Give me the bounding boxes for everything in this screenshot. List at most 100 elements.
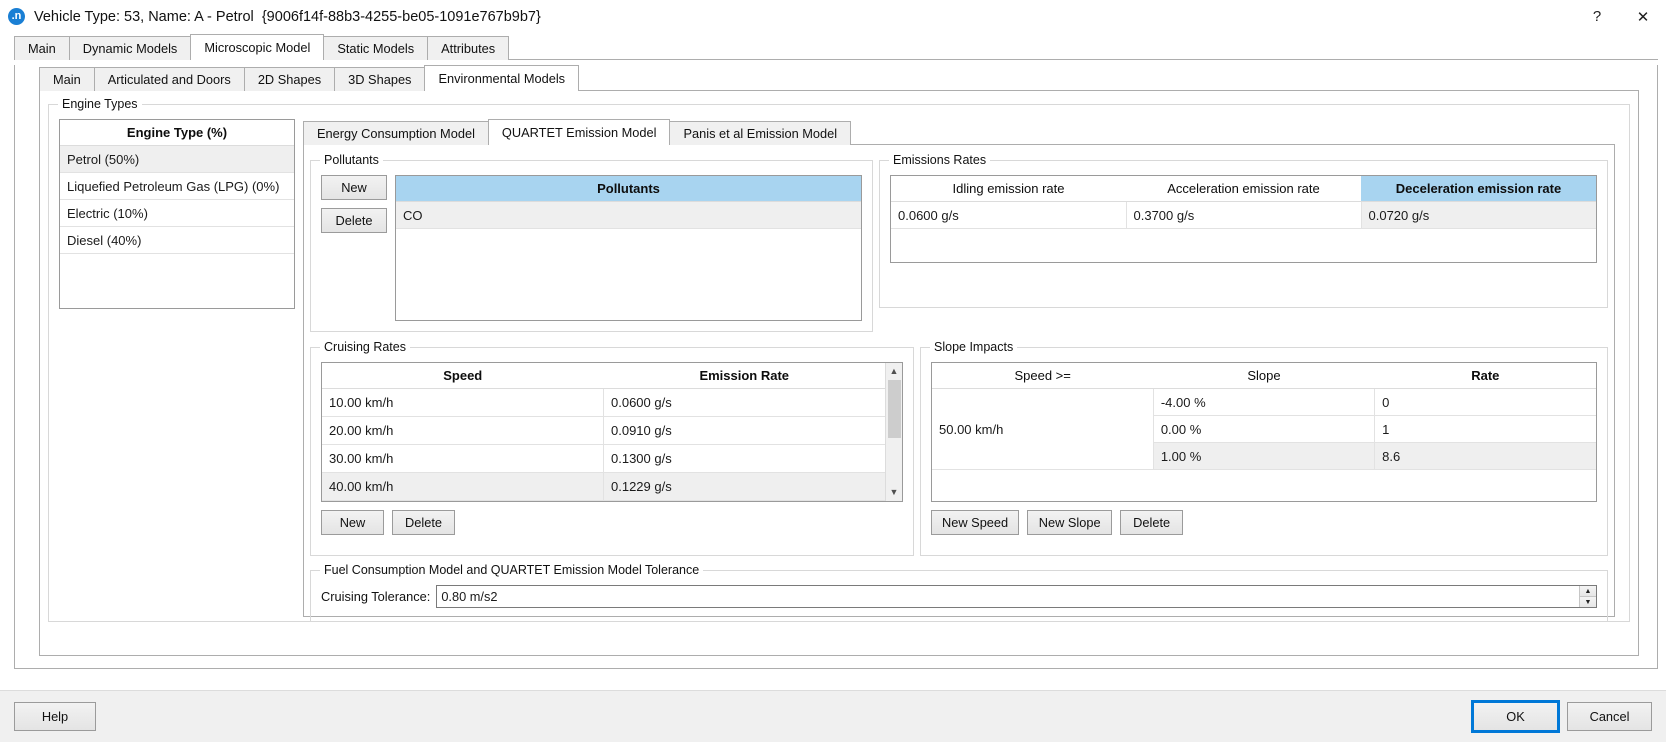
tab-articulated-and-doors[interactable]: Articulated and Doors [93,67,245,91]
tolerance-group: Fuel Consumption Model and QUARTET Emiss… [310,563,1608,622]
close-icon[interactable]: ✕ [1620,0,1666,34]
cruising-tolerance-input[interactable] [437,586,1579,607]
tab-3d-shapes[interactable]: 3D Shapes [334,67,426,91]
cruising-speed-cell[interactable]: 20.00 km/h [322,416,604,445]
new-speed-button[interactable]: New Speed [931,510,1020,535]
pollutants-new-button[interactable]: New [321,175,387,200]
table-row[interactable]: Electric (10%) [60,199,294,227]
slope-value-cell[interactable]: 1.00 % [1153,442,1376,470]
slope-impacts-table[interactable]: Speed >= Slope Rate 50.00 km/h -4.00 % 0… [931,362,1597,502]
slope-rate-cell[interactable]: 1 [1374,415,1596,443]
idling-emission-rate-cell[interactable]: 0.0600 g/s [891,201,1127,229]
table-row[interactable]: 40.00 km/h 0.1229 g/s [322,472,885,501]
scroll-down-icon[interactable]: ▼ [886,484,903,501]
window-title: Vehicle Type: 53, Name: A - Petrol {9006… [34,9,541,25]
tab-microscopic-model[interactable]: Microscopic Model [190,34,325,60]
cruising-tolerance-label: Cruising Tolerance: [321,589,431,604]
table-row[interactable]: 20.00 km/h 0.0910 g/s [322,416,885,445]
cruising-speed-cell[interactable]: 30.00 km/h [322,444,604,473]
dialog-footer: Help OK Cancel [0,690,1666,742]
help-icon[interactable]: ? [1574,0,1620,34]
tab-dynamic-models[interactable]: Dynamic Models [68,36,192,60]
scroll-up-icon[interactable]: ▲ [886,363,903,380]
idling-emission-rate-header[interactable]: Idling emission rate [891,176,1126,202]
slope-rate-cell[interactable]: 0 [1374,388,1596,416]
cruising-tolerance-field[interactable]: ▲ ▼ [436,585,1597,608]
stepper-down-icon[interactable]: ▼ [1580,597,1596,607]
engine-type-header[interactable]: Engine Type (%) [60,120,294,146]
cruising-rate-cell[interactable]: 0.0910 g/s [603,416,885,445]
tab-quartet-emission-model[interactable]: QUARTET Emission Model [487,119,671,145]
table-row[interactable]: 0.0600 g/s 0.3700 g/s 0.0720 g/s [891,201,1596,229]
table-row-empty [60,253,294,281]
slope-rate-header[interactable]: Rate [1374,363,1596,389]
slope-header[interactable]: Slope [1153,363,1375,389]
help-button[interactable]: Help [14,702,96,731]
deceleration-emission-rate-cell[interactable]: 0.0720 g/s [1361,201,1596,229]
new-slope-button[interactable]: New Slope [1027,510,1113,535]
cruising-rates-scrollbar[interactable]: ▲ ▼ [885,363,902,501]
tab-energy-consumption-model[interactable]: Energy Consumption Model [303,121,489,145]
scrollbar-thumb[interactable] [887,380,901,438]
table-header-row: Idling emission rate Acceleration emissi… [891,176,1596,202]
pollutants-grid: Pollutants CO [396,176,861,229]
cruising-tolerance-stepper[interactable]: ▲ ▼ [1579,586,1596,607]
table-row[interactable]: Diesel (40%) [60,226,294,254]
engine-type-cell[interactable]: Diesel (40%) [60,226,294,254]
table-row[interactable]: 50.00 km/h -4.00 % 0 [932,388,1596,470]
engine-types-legend: Engine Types [58,97,142,111]
pollutant-cell[interactable]: CO [396,201,861,229]
panel-quartet-emission-model: Pollutants New Delete Pollutants CO Emis… [303,145,1615,622]
pollutants-delete-button[interactable]: Delete [321,208,387,233]
engine-type-cell[interactable]: Liquefied Petroleum Gas (LPG) (0%) [60,172,294,200]
slope-impacts-group: Slope Impacts Speed >= Slope Rate 50.00 … [920,340,1608,556]
cruising-emission-rate-header[interactable]: Emission Rate [603,363,885,389]
pollutants-header[interactable]: Pollutants [396,176,861,202]
tolerance-legend: Fuel Consumption Model and QUARTET Emiss… [320,563,704,577]
table-row[interactable]: CO [396,201,861,229]
title-bar: .n Vehicle Type: 53, Name: A - Petrol {9… [0,0,1666,34]
tab-main[interactable]: Main [14,36,70,60]
emissions-rates-table[interactable]: Idling emission rate Acceleration emissi… [890,175,1597,263]
cruising-rates-legend: Cruising Rates [320,340,410,354]
slope-delete-button[interactable]: Delete [1120,510,1184,535]
engine-type-cell[interactable]: Petrol (50%) [60,145,294,173]
slope-impacts-legend: Slope Impacts [930,340,1018,354]
table-row[interactable]: 10.00 km/h 0.0600 g/s [322,388,885,417]
tab-static-models[interactable]: Static Models [323,36,429,60]
cancel-button[interactable]: Cancel [1567,702,1652,731]
tab-attributes[interactable]: Attributes [427,36,510,60]
cruising-speed-cell[interactable]: 40.00 km/h [322,472,604,501]
acceleration-emission-rate-cell[interactable]: 0.3700 g/s [1126,201,1362,229]
tab-2d-shapes[interactable]: 2D Shapes [243,67,336,91]
tab-micro-main[interactable]: Main [39,67,95,91]
slope-speed-header[interactable]: Speed >= [932,363,1154,389]
cruising-new-button[interactable]: New [321,510,384,535]
tab-environmental-models[interactable]: Environmental Models [424,65,580,91]
cruising-delete-button[interactable]: Delete [392,510,455,535]
pollutants-group: Pollutants New Delete Pollutants CO [310,153,873,332]
slope-rate-cell[interactable]: 8.6 [1374,442,1596,470]
slope-speed-cell[interactable]: 50.00 km/h [932,388,1154,470]
tab-panis-emission-model[interactable]: Panis et al Emission Model [669,121,852,145]
slope-value-cell[interactable]: 0.00 % [1153,415,1376,443]
table-row[interactable]: 30.00 km/h 0.1300 g/s [322,444,885,473]
cruising-speed-cell[interactable]: 10.00 km/h [322,388,604,417]
cruising-rate-cell[interactable]: 0.1300 g/s [603,444,885,473]
cruising-rate-cell[interactable]: 0.0600 g/s [603,388,885,417]
cruising-speed-header[interactable]: Speed [322,363,604,389]
ok-button[interactable]: OK [1471,700,1560,733]
slope-value-cell[interactable]: -4.00 % [1153,388,1376,416]
window-controls: ? ✕ [1574,0,1666,34]
stepper-up-icon[interactable]: ▲ [1580,586,1596,597]
cruising-rates-table[interactable]: Speed Emission Rate 10.00 km/h 0.0600 g/ [321,362,903,502]
window-title-guid: {9006f14f-88b3-4255-be05-1091e767b9b7} [261,8,541,25]
deceleration-emission-rate-header[interactable]: Deceleration emission rate [1361,176,1596,202]
cruising-rate-cell[interactable]: 0.1229 g/s [603,472,885,501]
engine-type-table[interactable]: Engine Type (%) Petrol (50%) Liquefied P… [59,119,295,309]
table-row[interactable]: Liquefied Petroleum Gas (LPG) (0%) [60,172,294,200]
table-row[interactable]: Petrol (50%) [60,145,294,173]
engine-type-cell[interactable]: Electric (10%) [60,199,294,227]
pollutants-table[interactable]: Pollutants CO [395,175,862,321]
acceleration-emission-rate-header[interactable]: Acceleration emission rate [1126,176,1361,202]
